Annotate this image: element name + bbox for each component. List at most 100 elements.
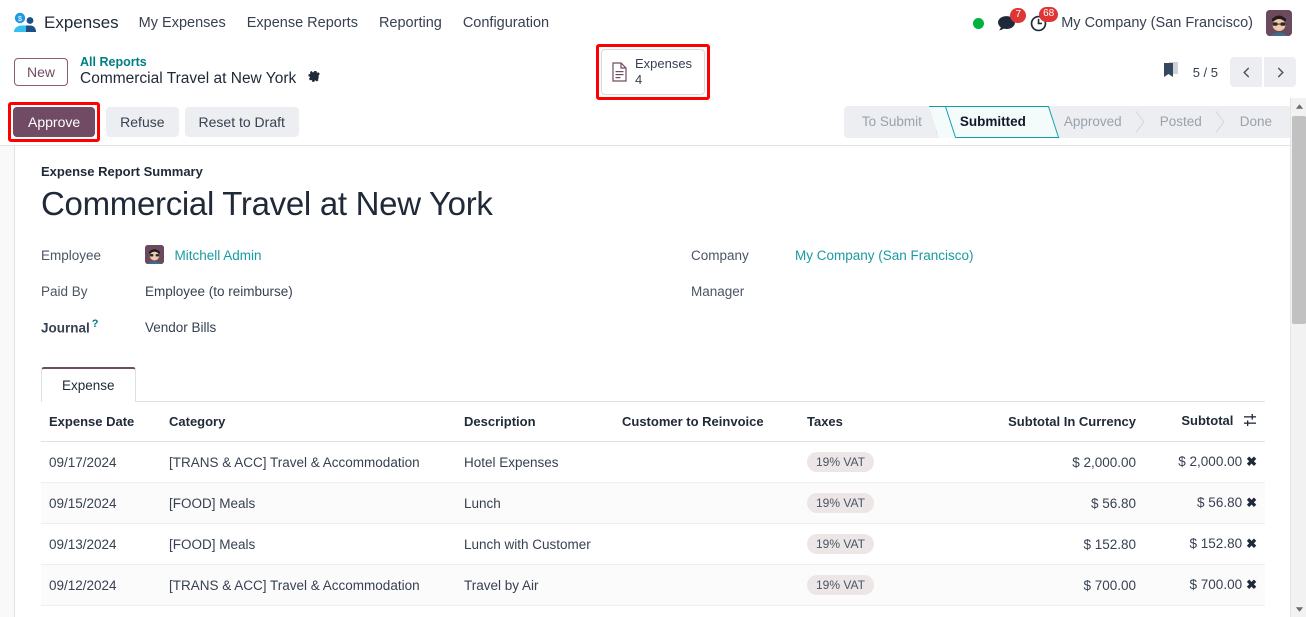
column-subtotal[interactable]: Subtotal	[1144, 402, 1265, 442]
cell-customer[interactable]	[614, 482, 799, 524]
journal-help-icon[interactable]: ?	[92, 318, 99, 330]
summary-field-label: Expense Report Summary	[41, 164, 203, 179]
menu-item-configuration[interactable]: Configuration	[463, 15, 549, 31]
cell-category[interactable]: [TRANS & ACC] Travel & Accommodation	[161, 441, 456, 483]
control-panel-pager-area: 5 / 5	[1161, 57, 1296, 87]
pager-value[interactable]: 5 / 5	[1193, 65, 1218, 80]
cell-expense-date[interactable]: 09/17/2024	[41, 441, 161, 483]
field-employee: Employee Mitchell Admin	[41, 237, 653, 273]
pager-previous-button[interactable]	[1230, 57, 1262, 87]
scrollbar-thumb[interactable]	[1292, 116, 1306, 324]
cell-category[interactable]: [FOOD] Meals	[161, 482, 456, 524]
gear-icon[interactable]	[307, 69, 320, 87]
column-customer-to-reinvoice[interactable]: Customer to Reinvoice	[614, 402, 799, 442]
navbar-systray: 7 68 My Company (San Francisco)	[973, 6, 1296, 36]
table-row[interactable]: 09/13/2024 [FOOD] Meals Lunch with Custo…	[41, 523, 1265, 565]
messages-menu[interactable]: 7	[997, 7, 1027, 32]
status-stage-posted[interactable]: Posted	[1142, 106, 1222, 138]
company-switcher[interactable]: My Company (San Francisco)	[1061, 15, 1253, 31]
scrollbar-down-arrow[interactable]	[1291, 601, 1306, 617]
column-description[interactable]: Description	[456, 402, 614, 442]
cell-description[interactable]: Travel by Air	[456, 564, 614, 606]
subtotal-value: $ 56.80	[1197, 495, 1243, 510]
approve-button[interactable]: Approve	[13, 106, 96, 137]
tab-expense[interactable]: Expense	[41, 367, 136, 402]
delete-row-icon[interactable]: ✖	[1242, 495, 1257, 510]
bookmark-icon[interactable]	[1161, 60, 1181, 85]
cell-subtotal[interactable]: $ 700.00 ✖	[1144, 564, 1265, 606]
cell-taxes[interactable]: 19% VAT	[799, 482, 974, 524]
employee-link[interactable]: Mitchell Admin	[174, 248, 261, 263]
menu-item-reporting[interactable]: Reporting	[379, 15, 442, 31]
company-link[interactable]: My Company (San Francisco)	[795, 248, 974, 263]
status-stage-to-submit[interactable]: To Submit	[844, 106, 942, 138]
new-button[interactable]: New	[14, 58, 69, 86]
control-panel-breadcrumb-row: New All Reports Commercial Travel at New…	[0, 44, 1306, 100]
cell-taxes[interactable]: 19% VAT	[799, 564, 974, 606]
presence-status-dot[interactable]	[973, 17, 985, 29]
cell-taxes[interactable]: 19% VAT	[799, 523, 974, 565]
cell-customer[interactable]	[614, 523, 799, 565]
column-taxes[interactable]: Taxes	[799, 402, 974, 442]
cell-expense-date[interactable]: 09/13/2024	[41, 523, 161, 565]
app-name[interactable]: Expenses	[44, 13, 119, 33]
status-stage-done[interactable]: Done	[1222, 106, 1292, 138]
cell-subtotal[interactable]: $ 2,000.00 ✖	[1144, 441, 1265, 483]
table-row[interactable]: 09/17/2024 [TRANS & ACC] Travel & Accomm…	[41, 441, 1265, 483]
column-subtotal-in-currency[interactable]: Subtotal In Currency	[974, 402, 1144, 442]
cell-taxes[interactable]: 19% VAT	[799, 441, 974, 483]
cell-subtotal-currency[interactable]: $ 56.80	[974, 482, 1144, 524]
expenses-stat-label: Expenses	[634, 56, 693, 72]
journal-value[interactable]: Vendor Bills	[145, 320, 216, 335]
status-stage-approved[interactable]: Approved	[1046, 106, 1142, 138]
subtotal-value: $ 700.00	[1189, 577, 1243, 592]
cell-expense-date[interactable]: 09/15/2024	[41, 482, 161, 524]
paid-by-value[interactable]: Employee (to reimburse)	[145, 284, 293, 299]
approve-highlight-box: Approve	[8, 101, 101, 142]
cell-category[interactable]: [TRANS & ACC] Travel & Accommodation	[161, 564, 456, 606]
column-expense-date[interactable]: Expense Date	[41, 402, 161, 442]
user-avatar[interactable]	[1266, 10, 1292, 36]
cell-description[interactable]: Lunch with Customer	[456, 523, 614, 565]
page-title[interactable]: Commercial Travel at New York	[41, 185, 1265, 223]
record-fields-left: Employee Mitchell Admin Paid By Employee…	[41, 237, 653, 345]
menu-item-my-expenses[interactable]: My Expenses	[139, 15, 226, 31]
delete-row-icon[interactable]: ✖	[1242, 577, 1257, 592]
activities-menu[interactable]: 68	[1029, 6, 1059, 33]
reset-to-draft-button[interactable]: Reset to Draft	[184, 106, 299, 137]
svg-text:$: $	[18, 16, 22, 23]
table-body: 09/17/2024 [TRANS & ACC] Travel & Accomm…	[41, 441, 1265, 606]
cell-customer[interactable]	[614, 441, 799, 483]
cell-subtotal-currency[interactable]: $ 152.80	[974, 523, 1144, 565]
menu-item-expense-reports[interactable]: Expense Reports	[247, 15, 358, 31]
expenses-stat-button[interactable]: Expenses 4	[600, 49, 706, 95]
form-scroll-area: Expense Report Summary Commercial Travel…	[0, 146, 1306, 617]
add-a-line-button[interactable]: Add a line	[41, 606, 117, 617]
subtotal-value: $ 2,000.00	[1178, 454, 1243, 469]
table-row[interactable]: 09/12/2024 [TRANS & ACC] Travel & Accomm…	[41, 564, 1265, 606]
cell-subtotal[interactable]: $ 56.80 ✖	[1144, 482, 1265, 524]
scrollbar-up-arrow[interactable]	[1291, 98, 1306, 114]
delete-row-icon[interactable]: ✖	[1242, 536, 1257, 551]
expenses-app-icon[interactable]: $	[12, 12, 38, 34]
status-stage-submitted[interactable]: Submitted	[941, 105, 1046, 138]
cell-subtotal-currency[interactable]: $ 2,000.00	[974, 441, 1144, 483]
column-category[interactable]: Category	[161, 402, 456, 442]
cell-subtotal[interactable]: $ 152.80 ✖	[1144, 523, 1265, 565]
breadcrumb-parent-all-reports[interactable]: All Reports	[80, 55, 320, 69]
cell-description[interactable]: Lunch	[456, 482, 614, 524]
cell-expense-date[interactable]: 09/12/2024	[41, 564, 161, 606]
pager-next-button[interactable]	[1264, 57, 1296, 87]
refuse-button[interactable]: Refuse	[106, 106, 179, 137]
field-label-paid-by: Paid By	[41, 283, 88, 299]
cell-customer[interactable]	[614, 564, 799, 606]
cell-subtotal-currency[interactable]: $ 700.00	[974, 564, 1144, 606]
employee-value[interactable]: Mitchell Admin	[145, 245, 262, 265]
cell-category[interactable]: [FOOD] Meals	[161, 523, 456, 565]
vertical-scrollbar[interactable]	[1290, 98, 1306, 617]
table-row[interactable]: 09/15/2024 [FOOD] Meals Lunch 19% VAT $ …	[41, 482, 1265, 524]
tax-badge: 19% VAT	[807, 534, 874, 554]
delete-row-icon[interactable]: ✖	[1242, 454, 1257, 469]
cell-description[interactable]: Hotel Expenses	[456, 441, 614, 483]
column-options-icon[interactable]	[1243, 414, 1257, 430]
